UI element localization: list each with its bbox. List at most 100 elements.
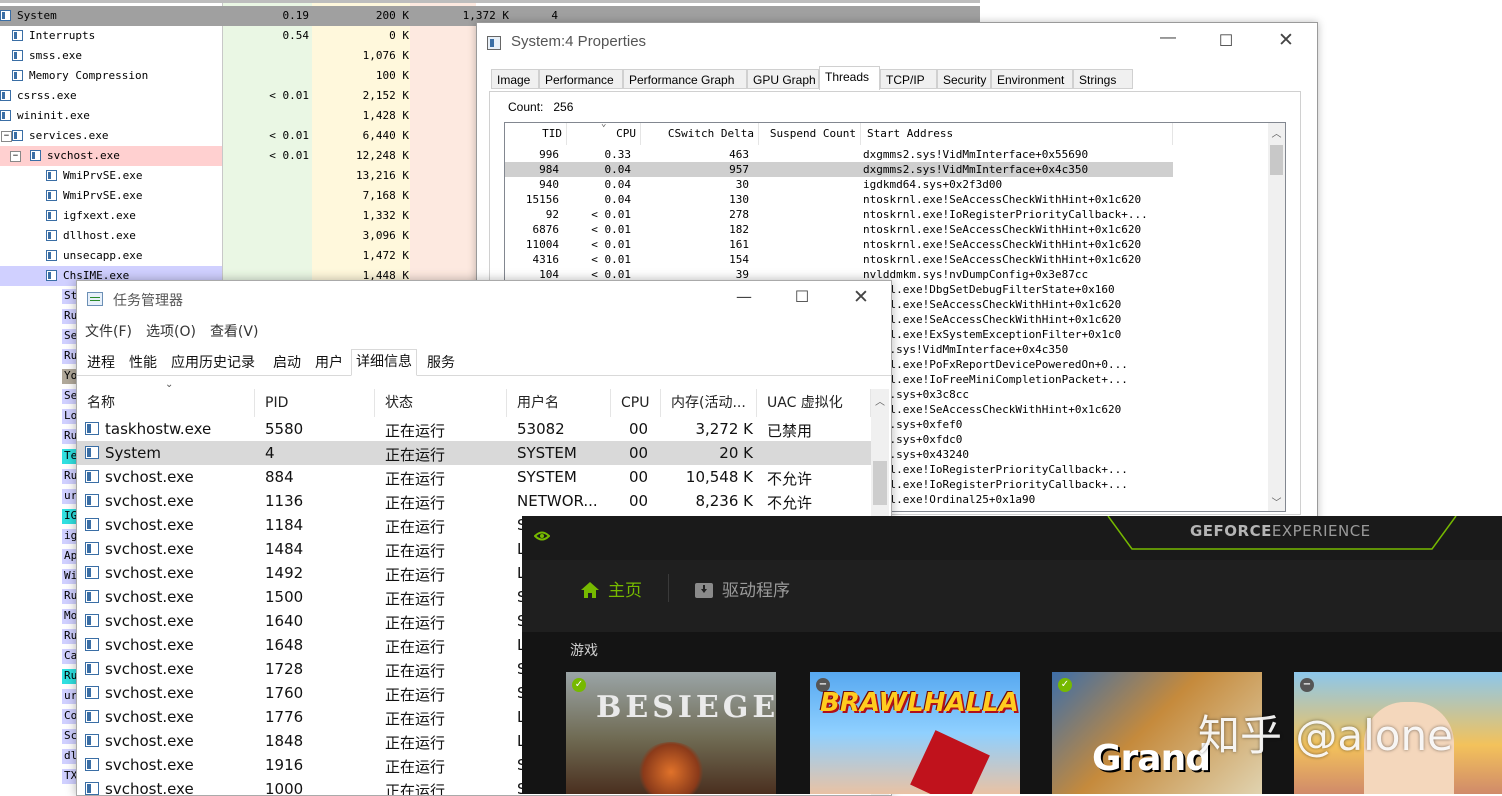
task-manager-tab[interactable]: 启动 [269, 351, 305, 375]
thread-row[interactable]: 92 < 0.01 278 ntoskrnl.exe!IoRegisterPriori… [505, 207, 1173, 222]
process-pid: 1760 [265, 684, 304, 702]
maximize-icon[interactable]: ☐ [787, 287, 817, 306]
process-row[interactable]: svchost.exe 884 正在运行 SYSTEM 00 10,548 K 不允许 [77, 465, 871, 489]
game-tile-besiege[interactable]: ✓ BESIEGE [566, 672, 776, 794]
column-header[interactable]: PID [255, 389, 375, 417]
process-memory: 20 K [719, 444, 753, 462]
thread-tid: 940 [539, 178, 559, 191]
column-header[interactable]: 状态 [375, 389, 507, 417]
thread-cswitch-delta: 463 [729, 148, 749, 161]
tab-security[interactable]: Security [937, 69, 991, 89]
process-icon [12, 130, 23, 141]
tree-collapse-icon[interactable]: − [10, 151, 21, 162]
thread-start-address: skrnl.exe!SeAccessCheckWithHint+0x1c620 [863, 313, 1122, 326]
installed-check-icon: ✓ [572, 678, 586, 692]
process-name: csrss.exe [17, 89, 77, 102]
scroll-up-icon[interactable]: ︿ [871, 393, 889, 408]
column-header[interactable]: UAC 虚拟化 [757, 389, 871, 417]
column-header[interactable]: 内存(活动... [661, 389, 757, 417]
tab-image[interactable]: Image [491, 69, 539, 89]
nav-drivers[interactable]: 驱动程序 [694, 576, 790, 601]
tree-collapse-icon[interactable]: − [1, 131, 12, 142]
tab-performance-graph[interactable]: Performance Graph [623, 69, 747, 89]
thread-row[interactable]: 15156 0.04 130 ntoskrnl.exe!SeAccessCheckWi… [505, 192, 1173, 207]
thread-row[interactable]: 996 0.33 463 dxgmms2.sys!VidMmInterface+0x5… [505, 147, 1173, 162]
process-name: services.exe [29, 129, 109, 142]
process-private-bytes: 7,168 K [362, 189, 409, 202]
maximize-icon[interactable]: ☐ [1211, 31, 1241, 51]
process-private-bytes: 13,216 K [356, 169, 409, 182]
task-manager-tab[interactable]: 性能 [125, 351, 161, 375]
close-icon[interactable]: ✕ [846, 286, 876, 308]
process-name: svchost.exe [105, 564, 194, 582]
thread-cswitch-delta: 161 [729, 238, 749, 251]
process-icon [46, 170, 57, 181]
thread-row[interactable]: 4316 < 0.01 154 ntoskrnl.exe!SeAccessCheckW… [505, 252, 1173, 267]
threads-scrollbar[interactable]: ︿ ﹀ [1268, 123, 1285, 511]
process-status: 正在运行 [385, 734, 446, 752]
menu-item[interactable]: 选项(O) [146, 324, 196, 340]
process-row[interactable]: System 4 正在运行 SYSTEM 00 20 K [77, 441, 871, 465]
task-manager-tab[interactable]: 进程 [83, 351, 119, 375]
process-status: 正在运行 [385, 422, 446, 440]
process-name: svchost.exe [105, 612, 194, 630]
tab-strings[interactable]: Strings [1073, 69, 1133, 89]
task-manager-tab[interactable]: 用户 [311, 351, 347, 375]
tab-environment[interactable]: Environment [991, 69, 1073, 89]
process-name: System [17, 9, 57, 22]
menu-item[interactable]: 文件(F) [85, 324, 132, 340]
thread-start-address: igdkmd64.sys+0x2f3d00 [863, 178, 1003, 191]
installed-check-icon: ✓ [1058, 678, 1072, 692]
task-manager-tab[interactable]: 应用历史记录 [167, 351, 259, 375]
column-header[interactable]: 用户名 [507, 389, 611, 417]
process-row[interactable]: svchost.exe 1136 正在运行 NETWOR... 00 8,236 K 不允许 [77, 489, 871, 513]
scroll-up-icon[interactable]: ︿ [1268, 125, 1285, 140]
tab-threads[interactable]: Threads [819, 66, 880, 90]
menu-bar: 文件(F) 选项(O) 查看(V) [85, 321, 272, 341]
thread-row[interactable]: 6876 < 0.01 182 ntoskrnl.exe!SeAccessCheckW… [505, 222, 1173, 237]
process-icon [46, 230, 57, 241]
tab-performance[interactable]: Performance [539, 69, 623, 89]
details-header: 名称 PID 状态 用户名 CPU 内存(活动... UAC 虚拟化 ⌄ [77, 379, 871, 417]
scroll-thumb[interactable] [1270, 145, 1283, 175]
process-status: 正在运行 [385, 446, 446, 464]
thread-row[interactable]: 984 0.04 957 dxgmms2.sys!VidMmInterface+0x4… [505, 162, 1173, 177]
process-name: taskhostw.exe [105, 420, 212, 438]
nav-home[interactable]: 主页 [580, 576, 642, 601]
column-header[interactable]: 名称 [77, 389, 255, 417]
tab-tcp-ip[interactable]: TCP/IP [880, 69, 937, 89]
process-icon [85, 590, 99, 603]
thread-tid: 92 [545, 208, 559, 221]
task-manager-tab[interactable]: 详细信息 [351, 349, 417, 376]
column-header[interactable]: CSwitch Delta [641, 123, 759, 145]
thread-start-address: skrnl.exe!IoRegisterPriorityCallback+... [863, 463, 1128, 476]
thread-start-address: skrnl.exe!SeAccessCheckWithHint+0x1c620 [863, 298, 1122, 311]
process-cpu: < 0.01 [269, 149, 309, 162]
minimize-icon[interactable]: — [1153, 29, 1183, 47]
games-section-label: 游戏 [570, 643, 598, 659]
task-manager-tab[interactable]: 服务 [423, 351, 459, 375]
process-memory: 3,272 K [695, 420, 753, 438]
process-cpu: < 0.01 [269, 129, 309, 142]
scroll-down-icon[interactable]: ﹀ [1268, 494, 1285, 509]
column-header[interactable]: Suspend Count [759, 123, 861, 145]
process-private-bytes: 3,096 K [362, 229, 409, 242]
thread-start-address: ntoskrnl.exe!SeAccessCheckWithHint+0x1c6… [863, 223, 1142, 236]
column-header[interactable]: TID [505, 123, 567, 145]
thread-cswitch-delta: 182 [729, 223, 749, 236]
process-status: 正在运行 [385, 518, 446, 536]
thread-cswitch-delta: 154 [729, 253, 749, 266]
minimize-icon[interactable]: — [729, 287, 759, 306]
process-row[interactable]: taskhostw.exe 5580 正在运行 53082 00 3,272 K 已禁用 [77, 417, 871, 441]
process-pid: 1648 [265, 636, 304, 654]
thread-row[interactable]: 11004 < 0.01 161 ntoskrnl.exe!SeAccessCheck… [505, 237, 1173, 252]
close-icon[interactable]: ✕ [1271, 29, 1301, 52]
column-header[interactable]: CPU [611, 389, 661, 417]
game-tile-brawlhalla[interactable]: − BRAWLHALLA [810, 672, 1020, 794]
menu-item[interactable]: 查看(V) [210, 324, 259, 340]
process-uac: 已禁用 [767, 422, 813, 440]
scroll-thumb[interactable] [873, 461, 887, 505]
tab-gpu-graph[interactable]: GPU Graph [747, 69, 819, 89]
column-header[interactable]: Start Address [861, 123, 1173, 145]
thread-row[interactable]: 940 0.04 30 igdkmd64.sys+0x2f3d00 [505, 177, 1173, 192]
